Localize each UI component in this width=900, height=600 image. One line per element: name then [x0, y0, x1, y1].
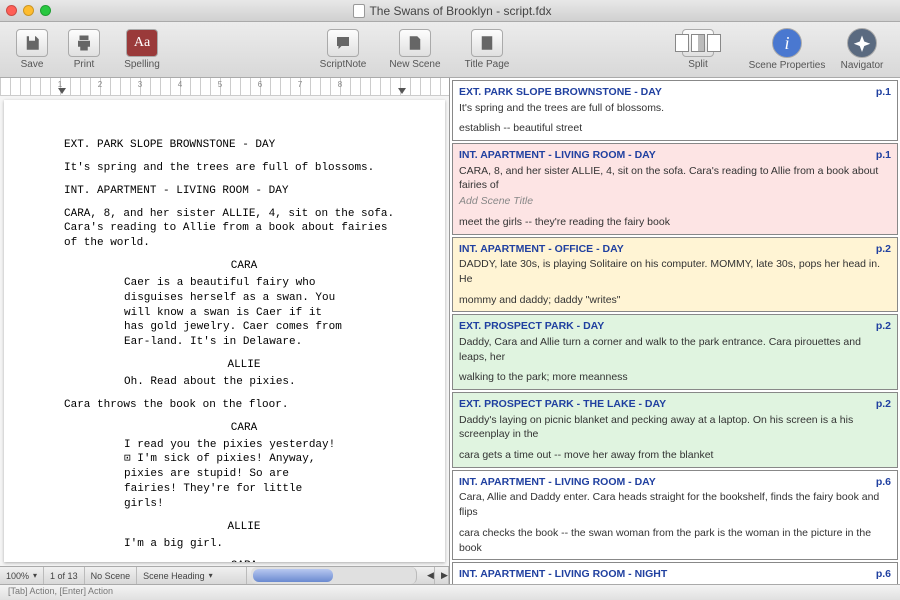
save-button[interactable]: Save: [8, 29, 56, 70]
character-name[interactable]: CARA: [144, 259, 344, 274]
window-title: The Swans of Brooklyn - script.fdx: [51, 4, 854, 18]
scriptnote-button[interactable]: ScriptNote: [309, 29, 377, 70]
navigator-button[interactable]: Navigator: [832, 28, 892, 71]
dialogue[interactable]: Oh. Read about the pixies.: [124, 375, 344, 390]
print-icon: [75, 34, 93, 52]
titlebar: The Swans of Brooklyn - script.fdx: [0, 0, 900, 22]
page-indicator[interactable]: 1 of 13: [44, 567, 85, 584]
character-name[interactable]: ALLIE: [144, 520, 344, 535]
element-dropdown[interactable]: Scene Heading: [137, 567, 247, 584]
page-number: p.2: [876, 242, 891, 257]
zoom-dropdown[interactable]: 100%: [0, 567, 44, 584]
new-scene-icon: [406, 34, 424, 52]
scene-heading-label: INT. APARTMENT - LIVING ROOM - NIGHT: [459, 567, 891, 582]
scene-card[interactable]: p.6INT. APARTMENT - LIVING ROOM - DAYCar…: [452, 470, 898, 560]
character-name[interactable]: CARA: [144, 559, 344, 562]
action-line[interactable]: It's spring and the trees are full of bl…: [64, 161, 405, 176]
dialogue[interactable]: Caer is a beautiful fairy who disguises …: [124, 276, 344, 350]
minimize-icon[interactable]: [23, 5, 34, 16]
scroll-left-icon[interactable]: ◀: [421, 567, 435, 584]
editor-statusbar: 100% 1 of 13 No Scene Scene Heading ◀ ▶: [0, 566, 449, 584]
zoom-icon[interactable]: [40, 5, 51, 16]
scene-description: Daddy's laying on picnic blanket and pec…: [459, 413, 891, 442]
title-page-icon: [478, 34, 496, 52]
scene-heading-label: EXT. PROSPECT PARK - DAY: [459, 319, 891, 334]
page-number: p.1: [876, 148, 891, 163]
page-number: p.6: [876, 567, 891, 582]
scene-description: The girls play a board game. They're hav…: [459, 583, 891, 584]
scene-notes: mommy and daddy; daddy "writes": [459, 293, 891, 308]
left-indent-marker[interactable]: [58, 88, 66, 94]
add-scene-title[interactable]: Add Scene Title: [459, 194, 891, 209]
scene-card[interactable]: p.6INT. APARTMENT - LIVING ROOM - NIGHTT…: [452, 562, 898, 584]
right-indent-marker[interactable]: [398, 88, 406, 94]
hint-text: [Tab] Action, [Enter] Action: [8, 586, 113, 596]
scene-properties-button[interactable]: iScene Properties: [742, 28, 832, 71]
note-icon: [334, 34, 352, 52]
scene-heading-label: EXT. PARK SLOPE BROWNSTONE - DAY: [459, 85, 891, 100]
dialogue[interactable]: I read you the pixies yesterday! ⊡ I'm s…: [124, 438, 344, 512]
character-name[interactable]: CARA: [144, 421, 344, 436]
split-icon: [675, 34, 721, 52]
scene-heading-label: EXT. PROSPECT PARK - THE LAKE - DAY: [459, 397, 891, 412]
horizontal-scrollbar[interactable]: [251, 567, 417, 584]
info-icon: i: [772, 28, 802, 58]
app-statusbar: [Tab] Action, [Enter] Action: [0, 584, 900, 600]
split-button[interactable]: Split: [664, 29, 732, 70]
ruler[interactable]: 12345678: [0, 78, 449, 96]
scene-notes: cara gets a time out -- move her away fr…: [459, 448, 891, 463]
action-line[interactable]: Cara throws the book on the floor.: [64, 398, 405, 413]
scene-notes: walking to the park; more meanness: [459, 370, 891, 385]
save-icon: [23, 34, 41, 52]
script-page[interactable]: EXT. PARK SLOPE BROWNSTONE - DAY It's sp…: [4, 100, 445, 562]
newscene-button[interactable]: New Scene: [381, 29, 449, 70]
script-pane: 12345678 EXT. PARK SLOPE BROWNSTONE - DA…: [0, 78, 450, 584]
compass-icon: [853, 34, 871, 52]
action-line[interactable]: CARA, 8, and her sister ALLIE, 4, sit on…: [64, 207, 405, 252]
print-button[interactable]: Print: [60, 29, 108, 70]
scene-description: It's spring and the trees are full of bl…: [459, 101, 891, 116]
titlepage-button[interactable]: Title Page: [453, 29, 521, 70]
scroll-right-icon[interactable]: ▶: [435, 567, 449, 584]
page-number: p.2: [876, 397, 891, 412]
scene-card[interactable]: p.2EXT. PROSPECT PARK - THE LAKE - DAYDa…: [452, 392, 898, 468]
scene-heading-label: INT. APARTMENT - LIVING ROOM - DAY: [459, 148, 891, 163]
scene-description: DADDY, late 30s, is playing Solitaire on…: [459, 257, 891, 286]
scene-heading-label: INT. APARTMENT - LIVING ROOM - DAY: [459, 475, 891, 490]
spelling-icon: Aa: [134, 35, 150, 51]
window-controls: [6, 5, 51, 16]
scene-description: Cara, Allie and Daddy enter. Cara heads …: [459, 490, 891, 519]
navigator-pane[interactable]: p.1EXT. PARK SLOPE BROWNSTONE - DAYIt's …: [450, 78, 900, 584]
scene-heading[interactable]: EXT. PARK SLOPE BROWNSTONE - DAY: [64, 138, 405, 153]
scene-card[interactable]: p.1EXT. PARK SLOPE BROWNSTONE - DAYIt's …: [452, 80, 898, 141]
scene-description: CARA, 8, and her sister ALLIE, 4, sit on…: [459, 164, 891, 193]
scene-card[interactable]: p.1INT. APARTMENT - LIVING ROOM - DAYCAR…: [452, 143, 898, 234]
page-number: p.1: [876, 85, 891, 100]
document-icon: [353, 4, 365, 18]
scene-notes: meet the girls -- they're reading the fa…: [459, 215, 891, 230]
character-name[interactable]: ALLIE: [144, 358, 344, 373]
scene-notes: cara checks the book -- the swan woman f…: [459, 526, 891, 555]
spelling-button[interactable]: AaSpelling: [118, 29, 166, 70]
dialogue[interactable]: I'm a big girl.: [124, 537, 344, 552]
scene-heading-label: INT. APARTMENT - OFFICE - DAY: [459, 242, 891, 257]
scene-card[interactable]: p.2INT. APARTMENT - OFFICE - DAYDADDY, l…: [452, 237, 898, 313]
page-number: p.6: [876, 475, 891, 490]
page-number: p.2: [876, 319, 891, 334]
scene-card[interactable]: p.2EXT. PROSPECT PARK - DAYDaddy, Cara a…: [452, 314, 898, 390]
scene-heading[interactable]: INT. APARTMENT - LIVING ROOM - DAY: [64, 184, 405, 199]
scene-description: Daddy, Cara and Allie turn a corner and …: [459, 335, 891, 364]
toolbar: Save Print AaSpelling ScriptNote New Sce…: [0, 22, 900, 78]
close-icon[interactable]: [6, 5, 17, 16]
scene-indicator[interactable]: No Scene: [85, 567, 138, 584]
scene-notes: establish -- beautiful street: [459, 121, 891, 136]
